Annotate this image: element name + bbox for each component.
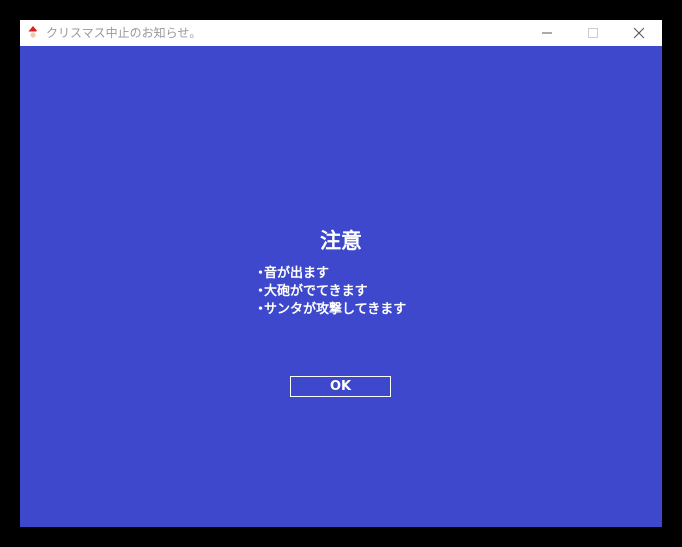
warning-item: ・音が出ます xyxy=(254,265,406,283)
dialog-content: 注意 ・音が出ます ・大砲がでてきます ・サンタが攻撃してきます OK xyxy=(20,46,662,527)
title-bar[interactable]: クリスマス中止のお知らせ。 xyxy=(20,20,662,46)
maximize-button[interactable] xyxy=(570,20,616,46)
bullet-mark: ・ xyxy=(254,284,268,299)
warning-heading: 注意 xyxy=(320,229,362,253)
bullet-mark: ・ xyxy=(254,266,268,281)
warning-item-text: サンタが攻撃してきます xyxy=(264,302,407,317)
santa-icon xyxy=(26,25,40,41)
app-window: クリスマス中止のお知らせ。 注意 ・音が出ます ・大砲がでてきます ・サンタが攻… xyxy=(20,20,662,527)
warning-item: ・大砲がでてきます xyxy=(254,283,406,301)
close-icon xyxy=(633,27,645,39)
minimize-button[interactable] xyxy=(524,20,570,46)
close-button[interactable] xyxy=(616,20,662,46)
warning-item: ・サンタが攻撃してきます xyxy=(254,301,406,319)
warning-item-text: 音が出ます xyxy=(264,266,330,281)
warning-item-text: 大砲がでてきます xyxy=(264,284,368,299)
warning-list: ・音が出ます ・大砲がでてきます ・サンタが攻撃してきます xyxy=(254,265,406,319)
bullet-mark: ・ xyxy=(254,302,268,317)
maximize-icon xyxy=(588,28,598,38)
minimize-icon xyxy=(542,32,552,34)
window-title: クリスマス中止のお知らせ。 xyxy=(46,26,202,40)
ok-button[interactable]: OK xyxy=(290,376,391,397)
